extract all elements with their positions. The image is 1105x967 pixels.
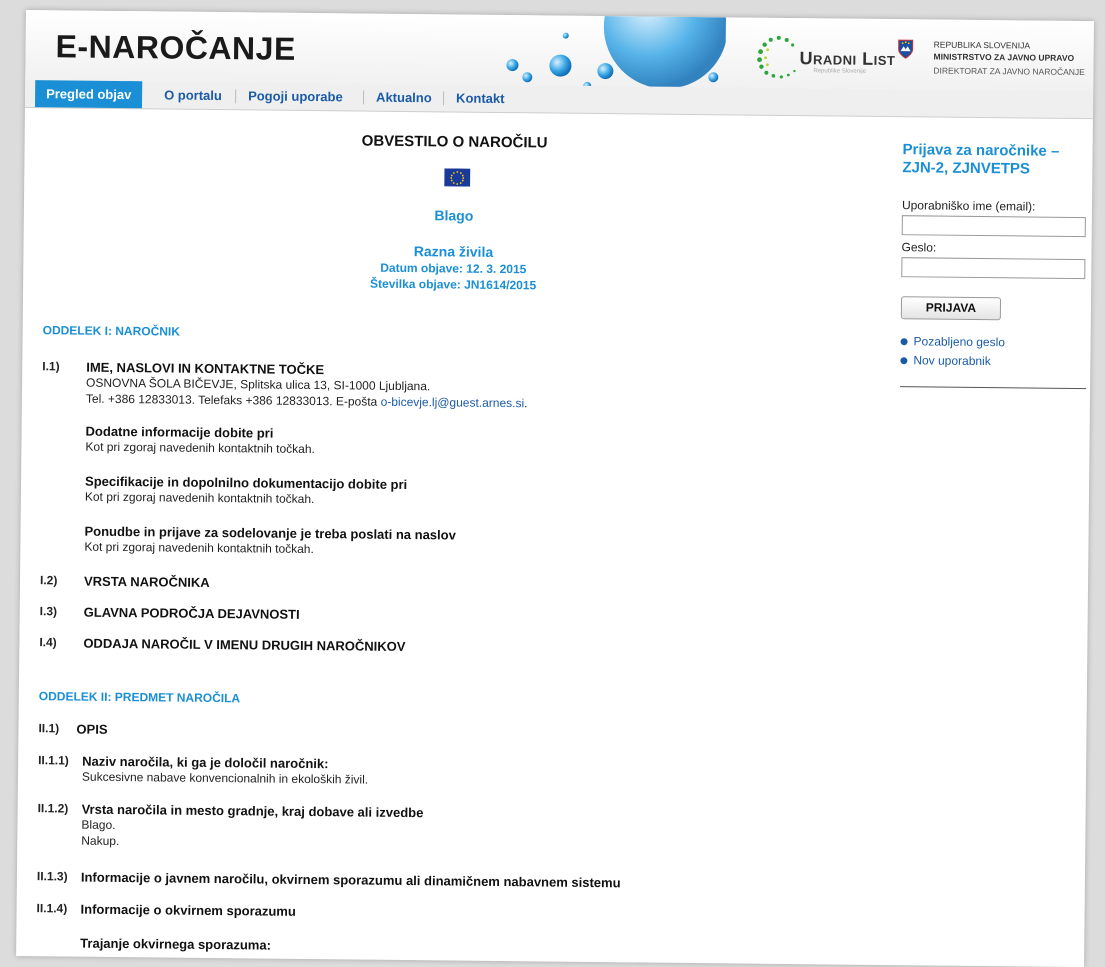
item-title: OPIS (76, 721, 108, 737)
username-input[interactable] (901, 215, 1086, 238)
ministry-logo[interactable]: REPUBLIKA SLOVENIJA MINISTRSTVO ZA JAVNO… (897, 39, 1088, 91)
forgot-password-link[interactable]: Pozabljeno geslo (900, 334, 1006, 350)
uradni-list-subtitle: Republike Slovenije (813, 68, 867, 75)
nav-item-aktualno[interactable]: Aktualno (365, 84, 443, 112)
offers-text: Kot pri zgoraj navedenih kontaktnih točk… (84, 539, 314, 557)
section-heading-predmet: ODDELEK II: PREDMET NAROČILA (38, 689, 241, 706)
username-label: Uporabniško ime (email): (901, 198, 1036, 214)
duration-title: Trajanje okvirnega sporazuma: (80, 935, 272, 953)
forgot-password-label: Pozabljeno geslo (913, 334, 1006, 350)
item-number: II.1.2) (37, 801, 69, 816)
gov-line-republic: REPUBLIKA SLOVENIJA (933, 39, 1031, 51)
site-logo[interactable]: E-NAROČANJE (55, 28, 296, 68)
login-button[interactable]: PRIJAVA (900, 296, 1002, 321)
item-number: I.4) (39, 635, 57, 650)
contract-type-text: Blago. (81, 817, 116, 832)
contact-line: Tel. +386 12833013. Telefaks +386 128330… (86, 392, 528, 411)
nav-separator (235, 89, 237, 104)
bullet-icon (900, 357, 908, 365)
new-user-label: Nov uporabnik (913, 353, 991, 369)
contract-name-text: Sukcesivne nabave konvencionalnih in eko… (81, 769, 369, 787)
additional-info-title: Dodatne informacije dobite pri (85, 423, 274, 441)
login-sidebar: Prijava za naročnike – ZJN-2, ZJNVETPS U… (891, 116, 1094, 518)
bubbles-decoration-icon (506, 14, 726, 90)
password-label: Geslo: (901, 240, 937, 255)
nav-item-pogoji-uporabe[interactable]: Pogoji uporabe (237, 82, 354, 110)
login-title: Prijava za naročnike – ZJN-2, ZJNVETPS (902, 141, 1060, 178)
gov-line-directorate: DIREKTORAT ZA JAVNO NAROČANJE (933, 65, 1085, 78)
item-title: GLAVNA PODROČJA DEJAVNOSTI (83, 604, 300, 622)
site-header: E-NAROČANJE Uradni List Republike Sloven… (25, 10, 1094, 92)
item-number: II.1.4) (36, 901, 68, 916)
item-number: I.1) (42, 359, 60, 374)
item-title: IME, NASLOVI IN KONTAKTNE TOČKE (86, 359, 325, 378)
nav-item-o-portalu[interactable]: O portalu (153, 81, 233, 109)
contact-phone-fax: Tel. +386 12833013. Telefaks +386 128330… (85, 391, 381, 409)
specification-text: Kot pri zgoraj navedenih kontaktnih točk… (84, 489, 315, 507)
slovenia-crest-icon (898, 39, 914, 59)
additional-info-text: Kot pri zgoraj navedenih kontaktnih točk… (85, 439, 315, 457)
item-number: II.1.1) (38, 753, 69, 768)
eu-flag-icon (444, 168, 471, 187)
nav-separator (443, 91, 445, 106)
item-title: Informacije o okvirnem sporazumu (80, 901, 296, 919)
notice-title: OBVESTILO O NAROČILU (361, 132, 548, 152)
item-number: I.2) (39, 573, 58, 588)
password-input[interactable] (901, 257, 1086, 280)
notice-content: OBVESTILO O NAROČILU Blago Razna živila … (16, 107, 885, 966)
item-number: I.3) (39, 604, 58, 619)
nav-item-kontakt[interactable]: Kontakt (445, 84, 516, 112)
contact-email-link[interactable]: o-bicevje.lj@guest.arnes.si (381, 395, 525, 411)
contracting-authority-address: OSNOVNA ŠOLA BIČEVJE, Splitska ulica 13,… (86, 375, 431, 394)
uradni-list-ring-icon (757, 35, 796, 79)
uradni-list-title: Uradni List (799, 48, 896, 70)
contract-type-text: Nakup. (81, 833, 120, 849)
item-title: Vrsta naročila in mesto gradnje, kraj do… (81, 801, 424, 821)
page-sheet: E-NAROČANJE Uradni List Republike Sloven… (16, 10, 1094, 967)
item-title: Naziv naročila, ki ga je določil naročni… (82, 753, 329, 772)
item-number: II.1.3) (36, 869, 68, 884)
item-title: Informacije o javnem naročilu, okvirnem … (80, 869, 621, 891)
item-title: ODDAJA NAROČIL V IMENU DRUGIH NAROČNIKOV (83, 635, 406, 655)
contact-email-end: . (524, 396, 528, 411)
bullet-icon (900, 338, 908, 346)
new-user-link[interactable]: Nov uporabnik (900, 353, 991, 368)
gov-line-ministry: MINISTRSTVO ZA JAVNO UPRAVO (933, 51, 1075, 63)
item-number: II.1) (38, 721, 60, 736)
sidebar-divider (900, 386, 1087, 390)
section-heading-narocnik: ODDELEK I: NAROČNIK (42, 323, 181, 339)
notice-kind: Blago (434, 207, 474, 224)
uradni-list-logo[interactable]: Uradni List Republike Slovenije (755, 32, 906, 84)
nav-item-pregled-objav[interactable]: Pregled objav (34, 80, 143, 109)
nav-separator (363, 90, 365, 105)
item-title: VRSTA NAROČNIKA (83, 573, 210, 590)
